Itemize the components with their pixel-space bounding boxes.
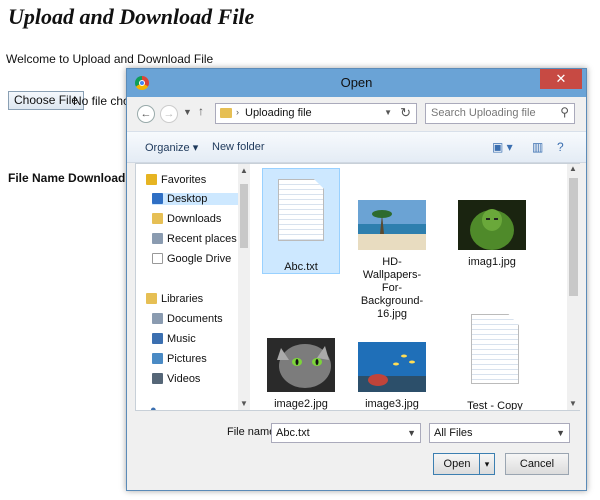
new-folder-button[interactable]: New folder (212, 141, 265, 153)
file-name-value: Abc.txt (276, 427, 310, 439)
file-list: Abc.txt HD-Wallpapers-For-Background-16.… (252, 164, 567, 410)
file-tile[interactable]: HD-Wallpapers-For-Background-16.jpg (354, 168, 430, 321)
beach-image-thumbnail (358, 200, 426, 250)
open-file-dialog: Open ✕ ← → ▼ ↑ › Uploading file ▼ ↻ Sear… (126, 68, 587, 491)
scroll-down-icon[interactable]: ▼ (240, 399, 248, 408)
file-list-scroll-thumb[interactable] (569, 178, 578, 296)
chevron-down-icon[interactable]: ▼ (407, 428, 416, 438)
file-tile[interactable]: image3.jpg (354, 304, 430, 410)
search-placeholder: Search Uploading file (431, 107, 536, 119)
tree-item-pictures[interactable]: Pictures (152, 353, 207, 365)
up-button[interactable]: ↑ (198, 104, 204, 118)
open-button[interactable]: Open ▾ (433, 453, 495, 475)
navigation-bar: ← → ▼ ↑ › Uploading file ▼ ↻ Search Uplo… (127, 97, 586, 131)
search-input[interactable]: Search Uploading file ⚲ (425, 103, 575, 124)
refresh-icon[interactable]: ↻ (400, 105, 411, 121)
file-tile[interactable]: imag1.jpg (446, 168, 538, 269)
tree-item-music[interactable]: Music (152, 333, 196, 345)
file-name-download-heading: File Name Download (8, 171, 126, 185)
tree-item-recent-places[interactable]: Recent places (152, 233, 237, 245)
downloads-icon (152, 213, 163, 224)
page-title: Upload and Download File (8, 4, 255, 29)
navigation-scrollbar[interactable]: ▲ ▼ (238, 164, 250, 410)
underwater-image-thumbnail (358, 342, 426, 392)
navigation-scroll-thumb[interactable] (240, 184, 248, 248)
text-file-icon (278, 179, 324, 241)
search-icon: ⚲ (560, 105, 569, 119)
text-file-icon (471, 314, 519, 384)
open-options-dropdown[interactable]: ▾ (479, 454, 494, 474)
file-browser: Favorites Desktop Downloads Recent place… (135, 163, 580, 411)
navigation-pane: Favorites Desktop Downloads Recent place… (136, 164, 250, 410)
back-button[interactable]: ← (137, 105, 155, 123)
scroll-down-icon[interactable]: ▼ (569, 399, 577, 408)
help-icon[interactable]: ? (557, 140, 564, 154)
dialog-title: Open (340, 75, 373, 90)
hulk-image-thumbnail (458, 200, 526, 250)
star-icon (146, 174, 157, 185)
drive-icon (152, 253, 163, 264)
music-icon (152, 333, 163, 344)
file-type-value: All Files (434, 427, 473, 439)
scroll-up-icon[interactable]: ▲ (569, 164, 577, 173)
forward-button[interactable]: → (160, 105, 178, 123)
recent-places-icon (152, 233, 163, 244)
tree-item-google-drive[interactable]: Google Drive (152, 253, 231, 265)
tree-item-documents[interactable]: Documents (152, 313, 223, 325)
tree-item-downloads[interactable]: Downloads (152, 213, 221, 225)
tree-item-desktop[interactable]: Desktop (152, 193, 238, 205)
file-name-row: File name: Abc.txt ▼ All Files ▼ (127, 421, 586, 445)
open-button-label: Open (443, 458, 471, 470)
chevron-right-icon: › (236, 107, 239, 117)
file-tile[interactable]: Abc.txt (262, 168, 340, 274)
close-button[interactable]: ✕ (540, 69, 582, 89)
cat-image-thumbnail (267, 338, 335, 392)
address-bar[interactable]: › Uploading file ▼ ↻ (215, 103, 417, 124)
pictures-icon (152, 353, 163, 364)
preview-pane-icon[interactable]: ▥ (532, 140, 543, 154)
tree-item-homegroup-partial[interactable]: ● (150, 404, 157, 410)
change-view-icon[interactable]: ▣ ▾ (492, 140, 513, 154)
desktop-icon (152, 193, 163, 204)
welcome-text: Welcome to Upload and Download File (6, 52, 214, 66)
recent-locations-dropdown[interactable]: ▼ (183, 107, 192, 117)
tree-item-videos[interactable]: Videos (152, 373, 200, 385)
libraries-icon (146, 293, 157, 304)
file-tile[interactable]: Test - Copy (456, 304, 534, 410)
file-tile[interactable]: image2.jpg (262, 304, 340, 410)
file-list-scrollbar[interactable]: ▲ ▼ (567, 164, 580, 410)
tree-item-favorites[interactable]: Favorites (146, 174, 206, 186)
command-toolbar: Organize ▾ New folder ▣ ▾ ▥ ? (127, 131, 586, 163)
folder-icon (220, 108, 232, 118)
organize-button[interactable]: Organize ▾ (145, 141, 198, 154)
file-name-input[interactable]: Abc.txt ▼ (271, 423, 421, 443)
cancel-button[interactable]: Cancel (505, 453, 569, 475)
chevron-down-icon[interactable]: ▼ (556, 428, 565, 438)
tree-item-libraries[interactable]: Libraries (146, 293, 203, 305)
scroll-up-icon[interactable]: ▲ (240, 166, 248, 175)
dialog-titlebar[interactable]: Open ✕ (127, 69, 586, 97)
address-path: Uploading file (245, 107, 312, 119)
address-dropdown-icon[interactable]: ▼ (384, 108, 392, 117)
videos-icon (152, 373, 163, 384)
file-type-select[interactable]: All Files ▼ (429, 423, 570, 443)
documents-icon (152, 313, 163, 324)
